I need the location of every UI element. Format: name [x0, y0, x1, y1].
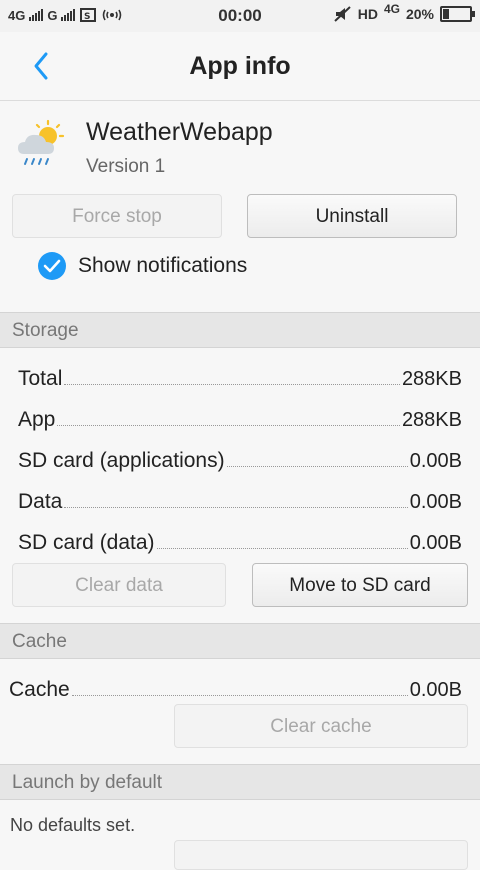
storage-header-label: Storage	[12, 320, 79, 341]
storage-row-value: 0.00B	[409, 450, 462, 472]
no-defaults-text: No defaults set.	[10, 815, 136, 835]
clear-defaults-button[interactable]	[174, 840, 468, 870]
cache-row: Cache 0.00B	[9, 672, 462, 702]
force-stop-button[interactable]: Force stop	[12, 194, 222, 238]
launch-section-header: Launch by default	[0, 764, 480, 800]
cache-section-header: Cache	[0, 623, 480, 659]
battery-icon	[440, 6, 475, 22]
clear-data-button[interactable]: Clear data	[12, 563, 226, 607]
storage-row-label: Total	[18, 367, 63, 390]
storage-row-sd-data: SD card (data) 0.00B	[18, 525, 462, 555]
weather-app-icon	[18, 119, 65, 165]
storage-row-label: SD card (data)	[18, 531, 155, 554]
storage-row-data: Data 0.00B	[18, 484, 462, 514]
storage-section-header: Storage	[0, 312, 480, 348]
mute-icon	[334, 6, 351, 22]
status-right: HD 4G 20%	[334, 2, 475, 22]
show-notifications-row[interactable]: Show notifications	[38, 252, 247, 280]
cache-header-label: Cache	[12, 631, 67, 652]
storage-row-label: Data	[18, 490, 63, 513]
cache-row-value: 0.00B	[409, 679, 462, 701]
show-notifications-label: Show notifications	[78, 254, 248, 277]
checkbox-checked-icon[interactable]	[38, 252, 66, 280]
move-to-sd-card-button[interactable]: Move to SD card	[252, 563, 468, 607]
page-title: App info	[189, 52, 291, 80]
uninstall-button[interactable]: Uninstall	[247, 194, 457, 238]
launch-header-label: Launch by default	[12, 772, 163, 793]
battery-percent: 20%	[405, 6, 434, 22]
storage-row-total: Total 288KB	[18, 361, 462, 391]
app-version: Version 1	[86, 156, 166, 177]
storage-row-label: SD card (applications)	[18, 449, 225, 472]
storage-row-sd-applications: SD card (applications) 0.00B	[18, 443, 462, 473]
status-bar: 4G G S 00:00 HD 4G 20%	[0, 0, 480, 32]
title-bar: App info	[0, 32, 480, 101]
network-label: 4G	[383, 2, 400, 16]
battery-level	[443, 9, 449, 19]
clear-cache-button[interactable]: Clear cache	[174, 704, 468, 748]
storage-row-value: 288KB	[401, 368, 462, 390]
hd-label: HD	[357, 6, 378, 22]
storage-row-label: App	[18, 408, 56, 431]
storage-row-value: 288KB	[401, 409, 462, 431]
storage-row-app: App 288KB	[18, 402, 462, 432]
storage-row-value: 0.00B	[409, 491, 462, 513]
app-name: WeatherWebapp	[86, 118, 273, 146]
cache-row-label: Cache	[9, 678, 70, 701]
storage-row-value: 0.00B	[409, 532, 462, 554]
